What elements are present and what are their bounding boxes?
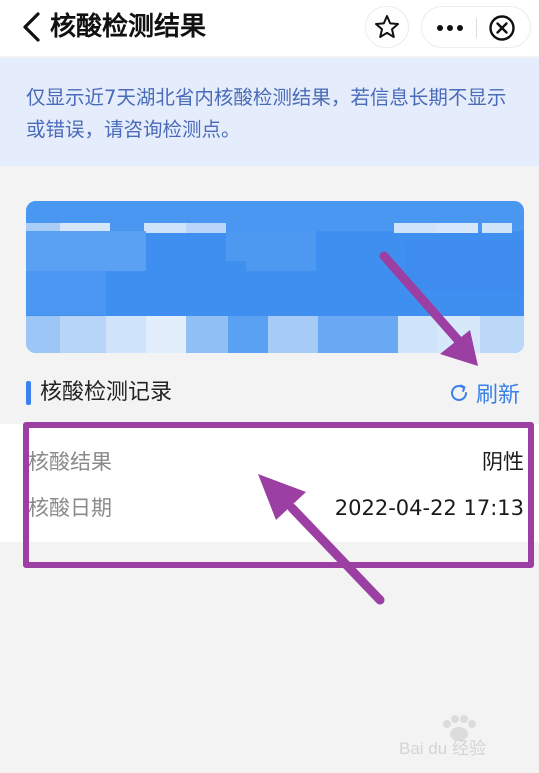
- annotation-overlay: [258, 251, 478, 605]
- watermark-logo: Bai du 经验: [399, 715, 486, 758]
- annotation-arrow-icon: [258, 474, 385, 605]
- page: 核酸检测结果 仅显示近7天湖北省内核酸检测结果，若信息长期不显示或错误，请咨询检…: [0, 0, 539, 773]
- annotation-arrow-icon: [379, 251, 478, 366]
- paw-icon: [443, 715, 476, 741]
- watermark-text: Bai du 经验: [399, 739, 486, 758]
